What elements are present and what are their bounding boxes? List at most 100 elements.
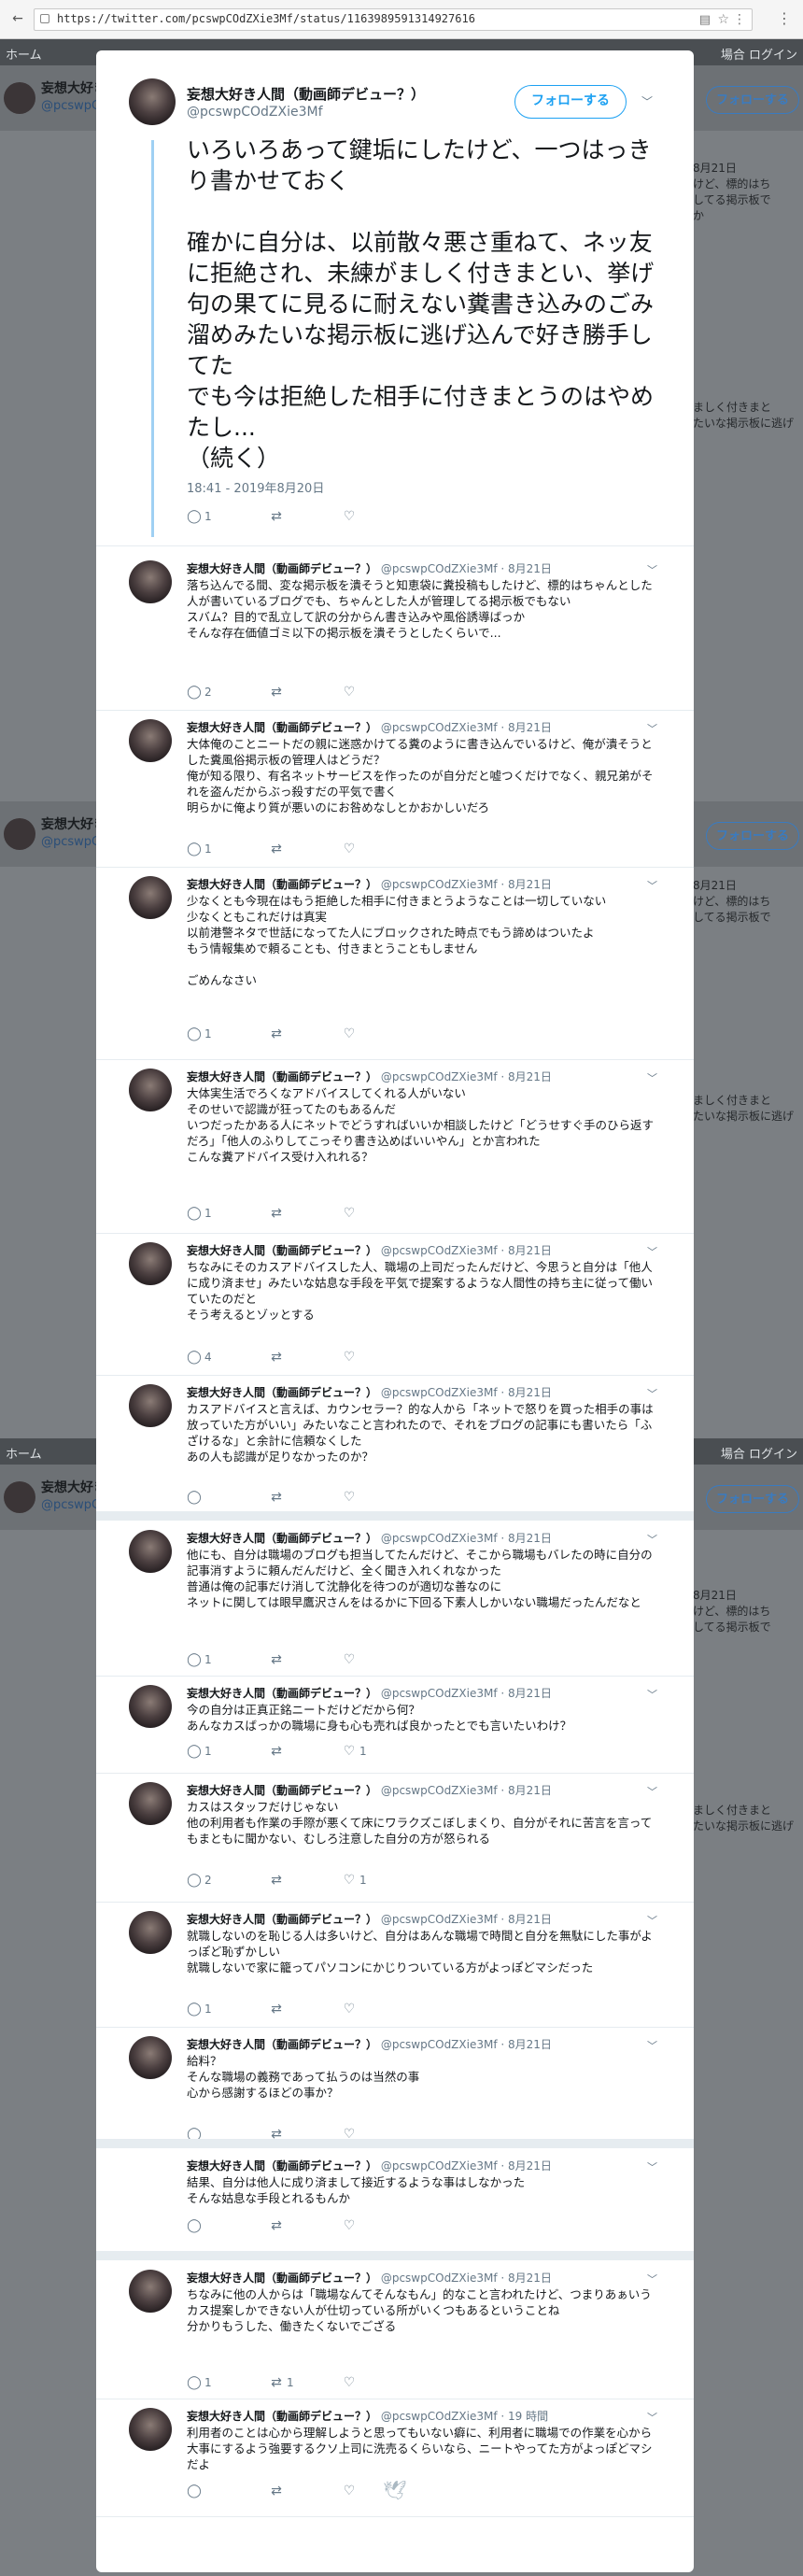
like-button[interactable]: ♡ — [342, 1349, 359, 1366]
retweet-button[interactable]: ⇄ — [269, 2001, 287, 2017]
avatar[interactable] — [129, 1069, 172, 1111]
reply-handle[interactable]: @pcswpCOdZXie3Mf — [381, 878, 498, 891]
reply-button[interactable]: ◯ — [187, 2217, 204, 2234]
back-arrow-icon[interactable]: ← — [9, 10, 26, 27]
chevron-down-icon[interactable]: ﹀ — [647, 2272, 657, 2286]
retweet-button[interactable]: ⇄ — [269, 1349, 287, 1366]
reply-handle[interactable]: @pcswpCOdZXie3Mf — [381, 1244, 498, 1257]
chevron-down-icon[interactable]: ﹀ — [647, 1913, 657, 1928]
reply-date[interactable]: 8月21日 — [508, 1532, 552, 1545]
avatar[interactable] — [129, 560, 172, 603]
avatar[interactable] — [129, 1384, 172, 1427]
like-button[interactable]: ♡ — [342, 1489, 359, 1506]
reply-date[interactable]: 8月21日 — [508, 1913, 552, 1926]
reply-author-name[interactable]: 妄想大好き人間（動画師デビュー？） — [187, 1070, 377, 1083]
reply-button[interactable]: ◯ 1 — [187, 1026, 211, 1042]
reply-button[interactable]: ◯ 4 — [187, 1349, 211, 1366]
reply-author-name[interactable]: 妄想大好き人間（動画師デビュー？） — [187, 721, 377, 734]
browser-menu-icon[interactable]: ⋮ — [777, 9, 792, 27]
reply-handle[interactable]: @pcswpCOdZXie3Mf — [381, 2159, 498, 2173]
reply-date[interactable]: 8月21日 — [508, 562, 552, 575]
reply-button[interactable]: ◯ 1 — [187, 841, 211, 857]
chevron-down-icon[interactable]: ﹀ — [641, 93, 653, 109]
reply-author-name[interactable]: 妄想大好き人間（動画師デビュー？） — [187, 2272, 377, 2285]
retweet-button[interactable]: ⇄ 1 — [269, 2374, 294, 2391]
address-bar-url[interactable]: https://twitter.com/pcswpCOdZXie3Mf/stat… — [57, 12, 475, 25]
reply-handle[interactable]: @pcswpCOdZXie3Mf — [381, 1687, 498, 1700]
address-bar[interactable]: https://twitter.com/pcswpCOdZXie3Mf/stat… — [34, 8, 753, 31]
reply-author-name[interactable]: 妄想大好き人間（動画師デビュー？） — [187, 562, 377, 575]
retweet-button[interactable]: ⇄ — [269, 1489, 287, 1506]
follow-button[interactable]: フォローする — [514, 85, 627, 119]
reply-button[interactable]: ◯ — [187, 1489, 204, 1506]
like-button[interactable]: ♡ — [342, 508, 359, 525]
reply-date[interactable]: 8月21日 — [508, 1070, 552, 1083]
reply-handle[interactable]: @pcswpCOdZXie3Mf — [381, 1913, 498, 1926]
reply-date[interactable]: 8月21日 — [508, 1784, 552, 1797]
chevron-down-icon[interactable]: ﹀ — [647, 1687, 657, 1702]
reply-author-name[interactable]: 妄想大好き人間（動画師デビュー？） — [187, 1784, 377, 1797]
reply-handle[interactable]: @pcswpCOdZXie3Mf — [381, 1784, 498, 1797]
like-button[interactable]: ♡ — [342, 2374, 359, 2391]
chevron-down-icon[interactable]: ﹀ — [647, 562, 657, 577]
like-button[interactable]: ♡ — [342, 1651, 359, 1668]
reply-date[interactable]: 8月21日 — [508, 878, 552, 891]
chevron-down-icon[interactable]: ﹀ — [647, 1784, 657, 1799]
reply-handle[interactable]: @pcswpCOdZXie3Mf — [381, 1386, 498, 1399]
reply-button[interactable]: ◯ 2 — [187, 684, 211, 701]
reply-author-name[interactable]: 妄想大好き人間（動画師デビュー？） — [187, 2159, 377, 2173]
avatar[interactable] — [129, 78, 176, 125]
reply-date[interactable]: 8月21日 — [508, 1244, 552, 1257]
chevron-down-icon[interactable]: ﹀ — [647, 1386, 657, 1401]
retweet-button[interactable]: ⇄ — [269, 1205, 287, 1222]
reply-author-name[interactable]: 妄想大好き人間（動画師デビュー？） — [187, 878, 377, 891]
bookmark-star-icon[interactable]: ☆ — [717, 12, 729, 27]
author-handle[interactable]: @pcswpCOdZXie3Mf — [187, 105, 323, 120]
reply-date[interactable]: 8月21日 — [508, 2272, 552, 2285]
reply-handle[interactable]: @pcswpCOdZXie3Mf — [381, 2272, 498, 2285]
like-button[interactable]: ♡ — [342, 2483, 359, 2499]
reply-handle[interactable]: @pcswpCOdZXie3Mf — [381, 562, 498, 575]
reply-handle[interactable]: @pcswpCOdZXie3Mf — [381, 721, 498, 734]
reply-handle[interactable]: @pcswpCOdZXie3Mf — [381, 1532, 498, 1545]
retweet-button[interactable]: ⇄ — [269, 1743, 287, 1760]
page-actions-icon[interactable]: ⋮ — [733, 12, 746, 27]
reply-author-name[interactable]: 妄想大好き人間（動画師デビュー？） — [187, 1386, 377, 1399]
reply-button[interactable]: ◯ 1 — [187, 1205, 211, 1222]
reply-date[interactable]: 19 時間 — [508, 2410, 548, 2423]
retweet-button[interactable]: ⇄ — [269, 684, 287, 701]
reply-button[interactable]: ◯ 1 — [187, 2374, 211, 2391]
retweet-button[interactable]: ⇄ — [269, 2483, 287, 2499]
like-button[interactable]: ♡ — [342, 2001, 359, 2017]
like-button[interactable]: ♡ — [342, 1026, 359, 1042]
tweet-timestamp[interactable]: 18:41 - 2019年8月20日 — [187, 478, 324, 496]
reply-button[interactable]: ◯ 1 — [187, 2001, 211, 2017]
chevron-down-icon[interactable]: ﹀ — [647, 1532, 657, 1547]
reply-date[interactable]: 8月21日 — [508, 2038, 552, 2051]
reply-handle[interactable]: @pcswpCOdZXie3Mf — [381, 2410, 498, 2423]
retweet-button[interactable]: ⇄ — [269, 1872, 287, 1889]
chevron-down-icon[interactable]: ﹀ — [647, 2159, 657, 2174]
reply-button[interactable]: ◯ 1 — [187, 508, 211, 525]
reader-view-icon[interactable]: ▤ — [699, 13, 711, 27]
avatar[interactable] — [129, 2270, 172, 2313]
avatar[interactable] — [129, 2408, 172, 2451]
avatar[interactable] — [129, 2036, 172, 2079]
author-name[interactable]: 妄想大好き人間（動画師デビュー？） — [187, 84, 425, 104]
reply-handle[interactable]: @pcswpCOdZXie3Mf — [381, 1070, 498, 1083]
retweet-button[interactable]: ⇄ — [269, 1026, 287, 1042]
reply-date[interactable]: 8月21日 — [508, 1687, 552, 1700]
reply-author-name[interactable]: 妄想大好き人間（動画師デビュー？） — [187, 2410, 377, 2423]
reply-button[interactable]: ◯ — [187, 2483, 204, 2499]
retweet-button[interactable]: ⇄ — [269, 508, 287, 525]
reply-date[interactable]: 8月21日 — [508, 1386, 552, 1399]
like-button[interactable]: ♡ — [342, 1205, 359, 1222]
chevron-down-icon[interactable]: ﹀ — [647, 2038, 657, 2053]
avatar[interactable] — [129, 1685, 172, 1728]
avatar[interactable] — [129, 1782, 172, 1825]
avatar[interactable] — [129, 1242, 172, 1285]
like-button[interactable]: ♡ 1 — [342, 1743, 367, 1760]
chevron-down-icon[interactable]: ﹀ — [647, 2410, 657, 2425]
retweet-button[interactable]: ⇄ — [269, 1651, 287, 1668]
reply-button[interactable]: ◯ 1 — [187, 1651, 211, 1668]
